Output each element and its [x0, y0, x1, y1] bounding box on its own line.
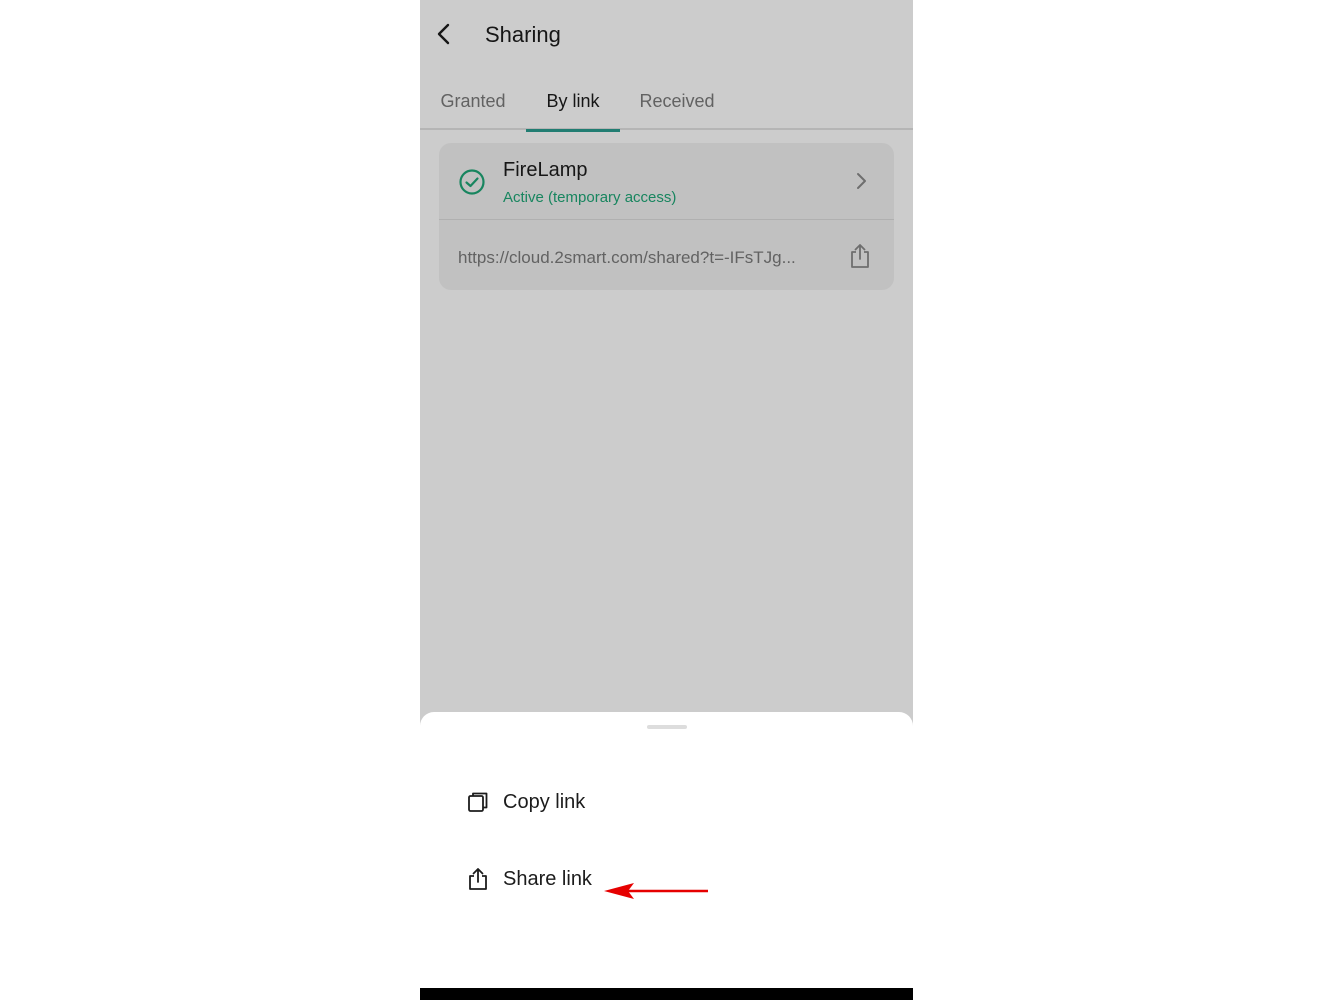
share-link-label: Share link: [503, 867, 592, 890]
copy-icon: [468, 792, 488, 812]
copy-link-label: Copy link: [503, 790, 586, 813]
sharing-screen: Sharing Granted By link Received FireLam…: [420, 0, 913, 1000]
system-nav-bar: [420, 988, 913, 1000]
annotation-arrow-icon: [604, 883, 708, 899]
bottom-sheet: Copy link Share link: [420, 712, 913, 988]
copy-link-button[interactable]: Copy link: [466, 780, 766, 824]
share-icon: [469, 868, 487, 890]
sheet-drag-handle[interactable]: [647, 725, 687, 729]
phone-screen: Sharing Granted By link Received FireLam…: [420, 0, 913, 1000]
